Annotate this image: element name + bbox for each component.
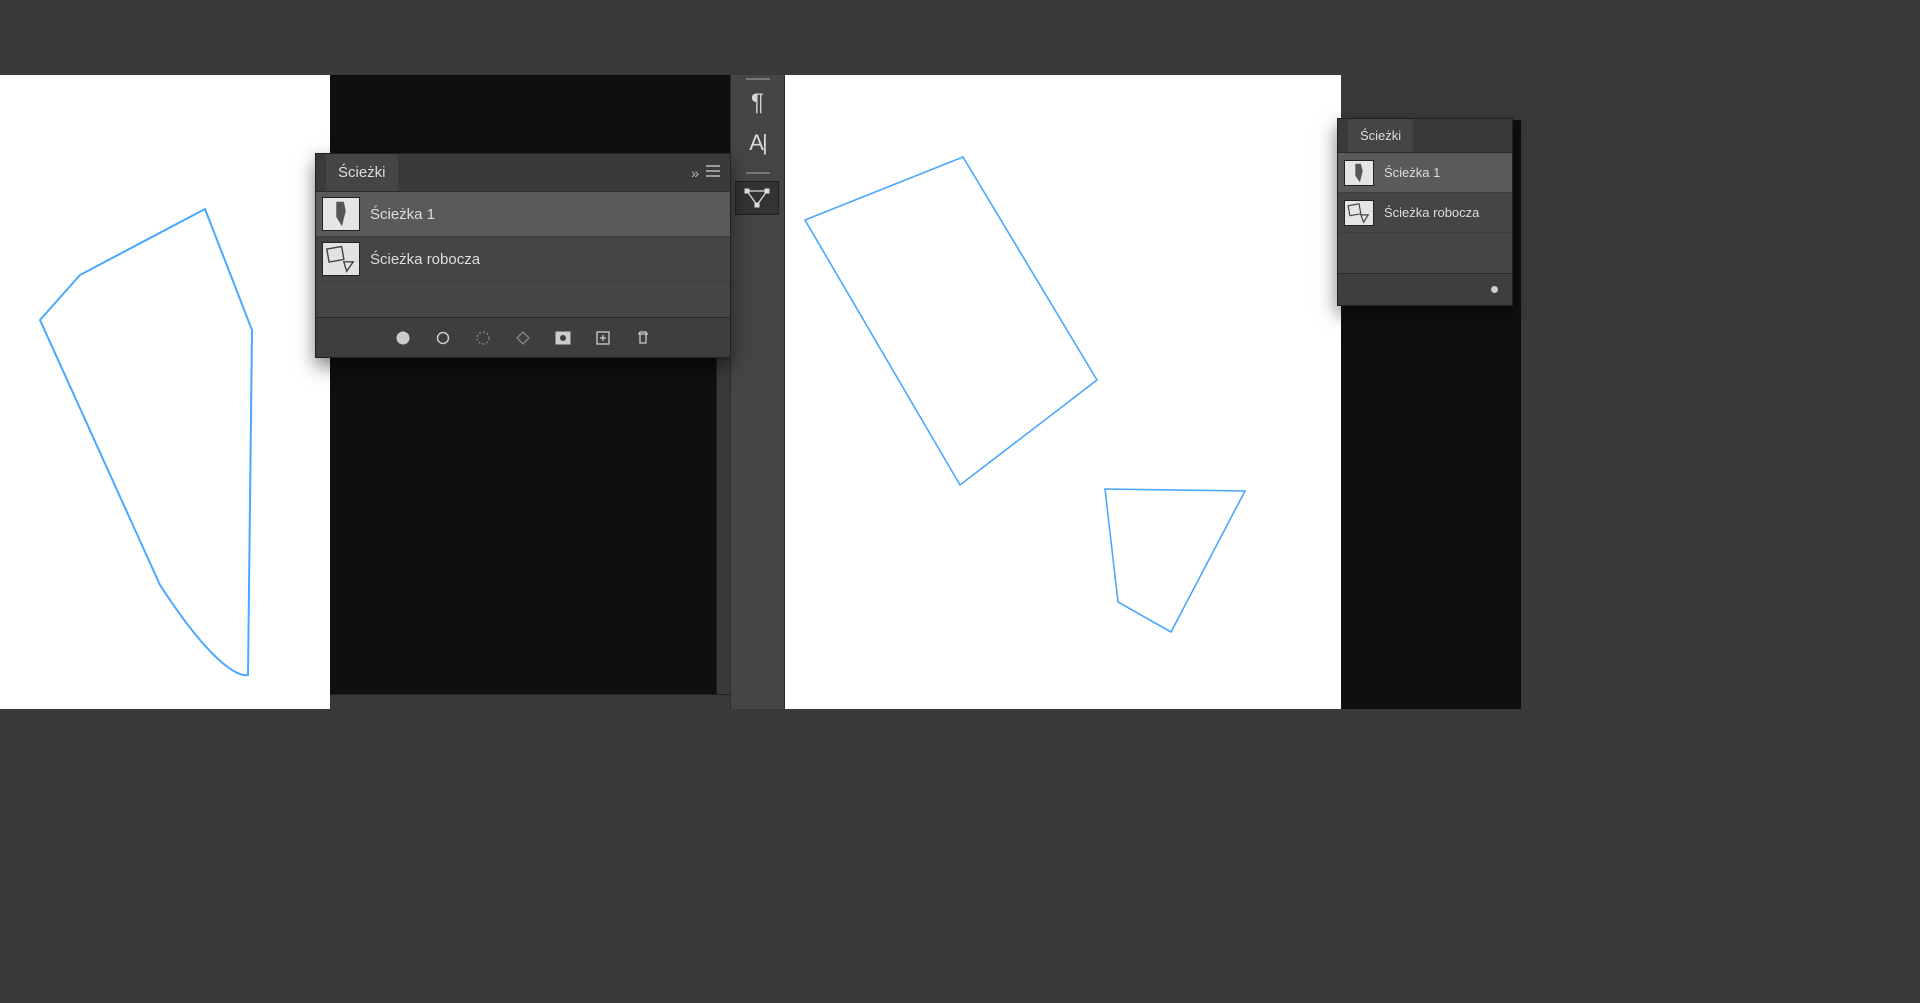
delete-icon[interactable] bbox=[633, 328, 653, 348]
paragraph-icon[interactable]: ¶ bbox=[731, 83, 784, 123]
paths-tab-label: Ścieżki bbox=[1360, 128, 1401, 143]
scrollbar-vertical-left[interactable] bbox=[716, 357, 731, 709]
canvas-left-svg bbox=[0, 75, 330, 709]
stroke-path-icon[interactable] bbox=[433, 328, 453, 348]
paths-tab[interactable]: Ścieżki bbox=[326, 154, 398, 191]
selection-to-path-icon[interactable] bbox=[473, 328, 493, 348]
scrollbar-horizontal-left[interactable] bbox=[330, 694, 730, 709]
path-thumbnail-icon bbox=[322, 242, 360, 276]
new-path-icon[interactable] bbox=[593, 328, 613, 348]
path-row-label: Ścieżka robocza bbox=[1384, 205, 1479, 220]
paths-panel-left: Ścieżki » Ścieżka 1 bbox=[315, 153, 731, 358]
paths-panel-footer bbox=[316, 317, 730, 357]
canvas-right-svg bbox=[785, 75, 1341, 709]
add-mask-icon[interactable] bbox=[553, 328, 573, 348]
path-thumbnail-icon bbox=[1344, 160, 1374, 186]
menu-icon[interactable] bbox=[706, 164, 720, 181]
path-shape-rect bbox=[805, 157, 1097, 485]
character-icon[interactable]: A| bbox=[731, 123, 784, 163]
path-row-label: Ścieżka robocza bbox=[370, 251, 480, 268]
path-row-label: Ścieżka 1 bbox=[1384, 165, 1440, 180]
paths-panel-footer bbox=[1338, 273, 1512, 305]
viewport: ¶ A| Ścieżki » bbox=[0, 0, 1920, 1003]
paths-panel-right: Ścieżki Ścieżka 1 Ścieżka robocza bbox=[1337, 118, 1513, 306]
canvas-right[interactable] bbox=[785, 75, 1341, 709]
grip-icon[interactable] bbox=[731, 169, 784, 177]
path-row[interactable]: Ścieżka 1 bbox=[1338, 153, 1512, 193]
paths-panel-body: Ścieżka 1 Ścieżka robocza bbox=[316, 192, 730, 317]
collapse-icon[interactable]: » bbox=[691, 165, 696, 181]
path-shape-left bbox=[40, 209, 252, 675]
path-shape-triangle bbox=[1105, 489, 1245, 632]
path-row[interactable]: Ścieżka 1 bbox=[316, 192, 730, 237]
paths-panel-body: Ścieżka 1 Ścieżka robocza bbox=[1338, 153, 1512, 273]
path-thumbnail-icon bbox=[1344, 200, 1374, 226]
path-thumbnail-icon bbox=[322, 197, 360, 231]
path-to-selection-icon[interactable] bbox=[513, 328, 533, 348]
canvas-left[interactable] bbox=[0, 75, 330, 709]
paths-tab[interactable]: Ścieżki bbox=[1348, 119, 1413, 152]
grip-icon[interactable] bbox=[731, 75, 784, 83]
path-row[interactable]: Ścieżka robocza bbox=[1338, 193, 1512, 233]
paths-toolbar-icon[interactable] bbox=[735, 181, 779, 215]
paths-panel-header[interactable]: Ścieżki bbox=[1338, 119, 1512, 153]
collapsed-tool-rail: ¶ A| bbox=[730, 75, 785, 709]
paths-panel-header[interactable]: Ścieżki » bbox=[316, 154, 730, 192]
path-row-label: Ścieżka 1 bbox=[370, 206, 435, 223]
path-row[interactable]: Ścieżka robocza bbox=[316, 237, 730, 282]
paths-tab-label: Ścieżki bbox=[338, 164, 386, 181]
fill-path-icon[interactable] bbox=[393, 328, 413, 348]
footer-dot-icon[interactable] bbox=[1491, 286, 1498, 293]
